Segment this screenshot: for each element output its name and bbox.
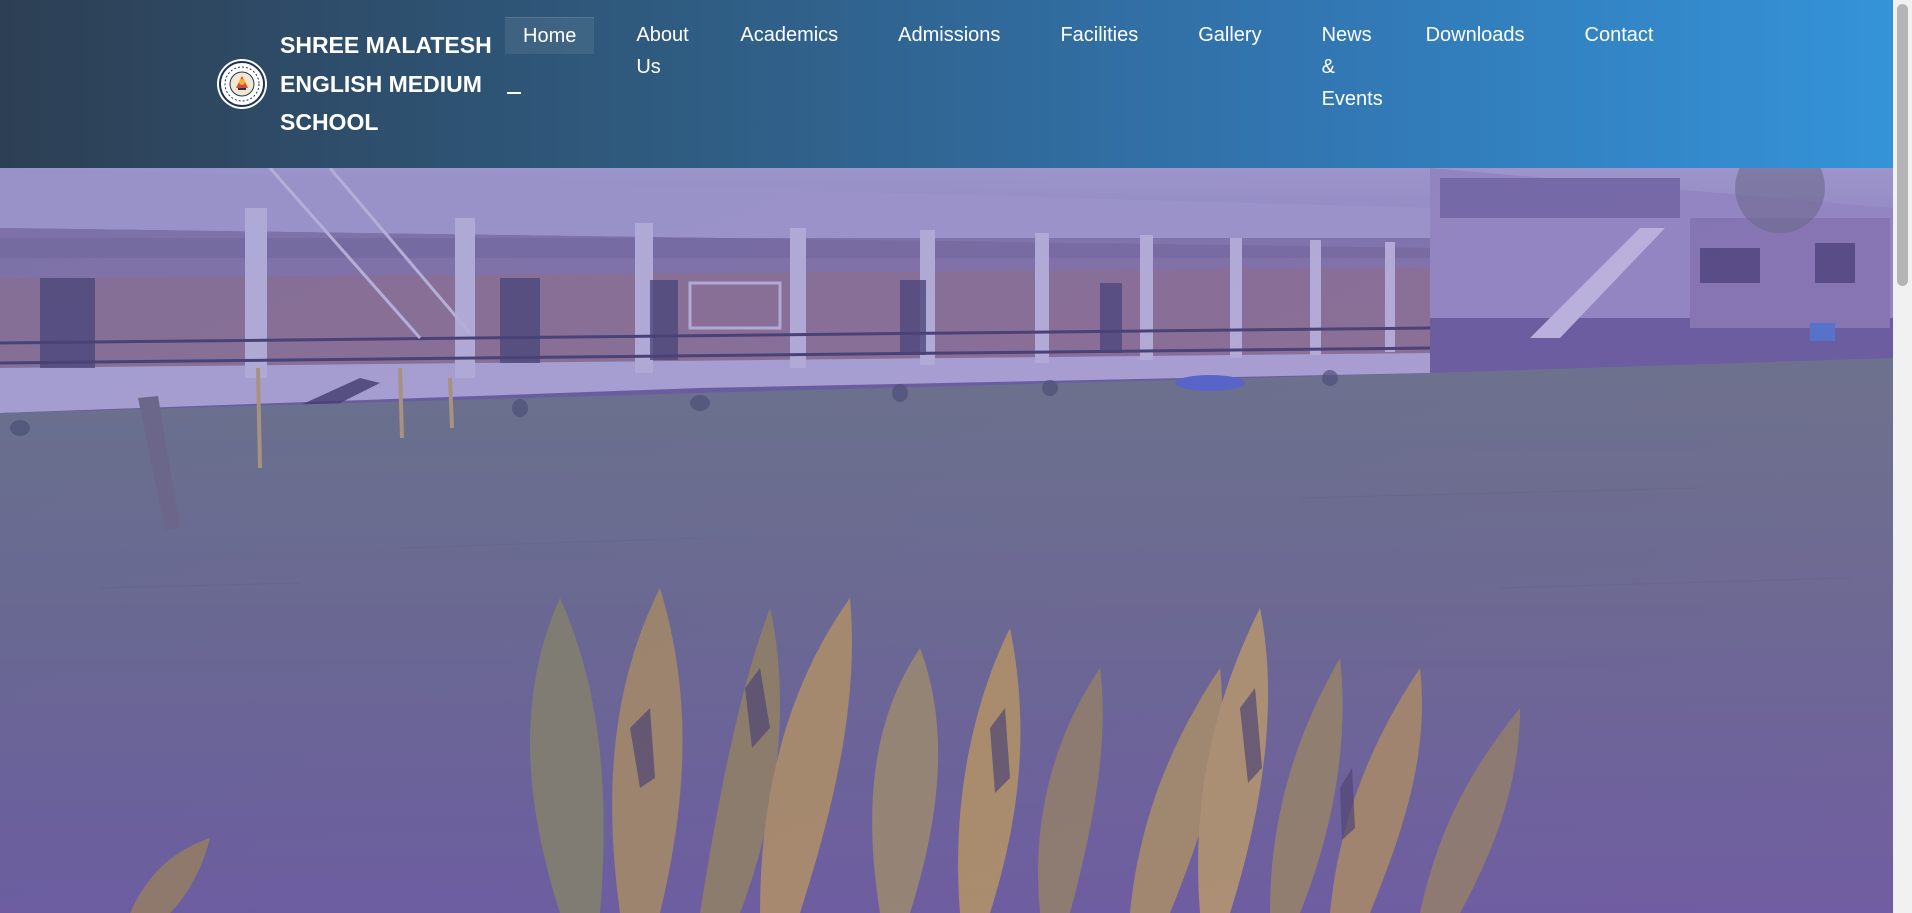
site-header: SHREE MALATESH ENGLISH MEDIUM SCHOOL Hom… [0, 0, 1893, 168]
nav-facilities[interactable]: Facilities [1042, 17, 1156, 53]
school-building-and-lawn-photo [0, 168, 1893, 913]
school-name-line: SCHOOL [280, 109, 379, 135]
nav-contact[interactable]: Contact [1567, 17, 1672, 53]
school-crest-icon[interactable] [217, 58, 267, 109]
nav-academics[interactable]: Academics [722, 17, 856, 53]
nav-news-events[interactable]: News & Events [1304, 17, 1384, 117]
nav-about-us[interactable]: About Us [618, 17, 698, 85]
scrollbar-thumb[interactable] [1897, 4, 1908, 286]
brand[interactable]: SHREE MALATESH ENGLISH MEDIUM SCHOOL [217, 26, 505, 142]
school-name[interactable]: SHREE MALATESH ENGLISH MEDIUM SCHOOL [280, 26, 505, 142]
main-nav: Home About Us Academics Admissions Facil… [505, 17, 1695, 117]
nav-gallery[interactable]: Gallery [1180, 17, 1279, 53]
nav-home[interactable]: Home [505, 17, 595, 94]
nav-downloads[interactable]: Downloads [1408, 17, 1543, 53]
school-name-line: ENGLISH MEDIUM [280, 70, 482, 97]
school-name-line: SHREE MALATESH [280, 32, 492, 58]
hero-banner [0, 168, 1893, 913]
page-scrollbar[interactable] [1893, 0, 1912, 913]
nav-admissions[interactable]: Admissions [880, 17, 1018, 53]
